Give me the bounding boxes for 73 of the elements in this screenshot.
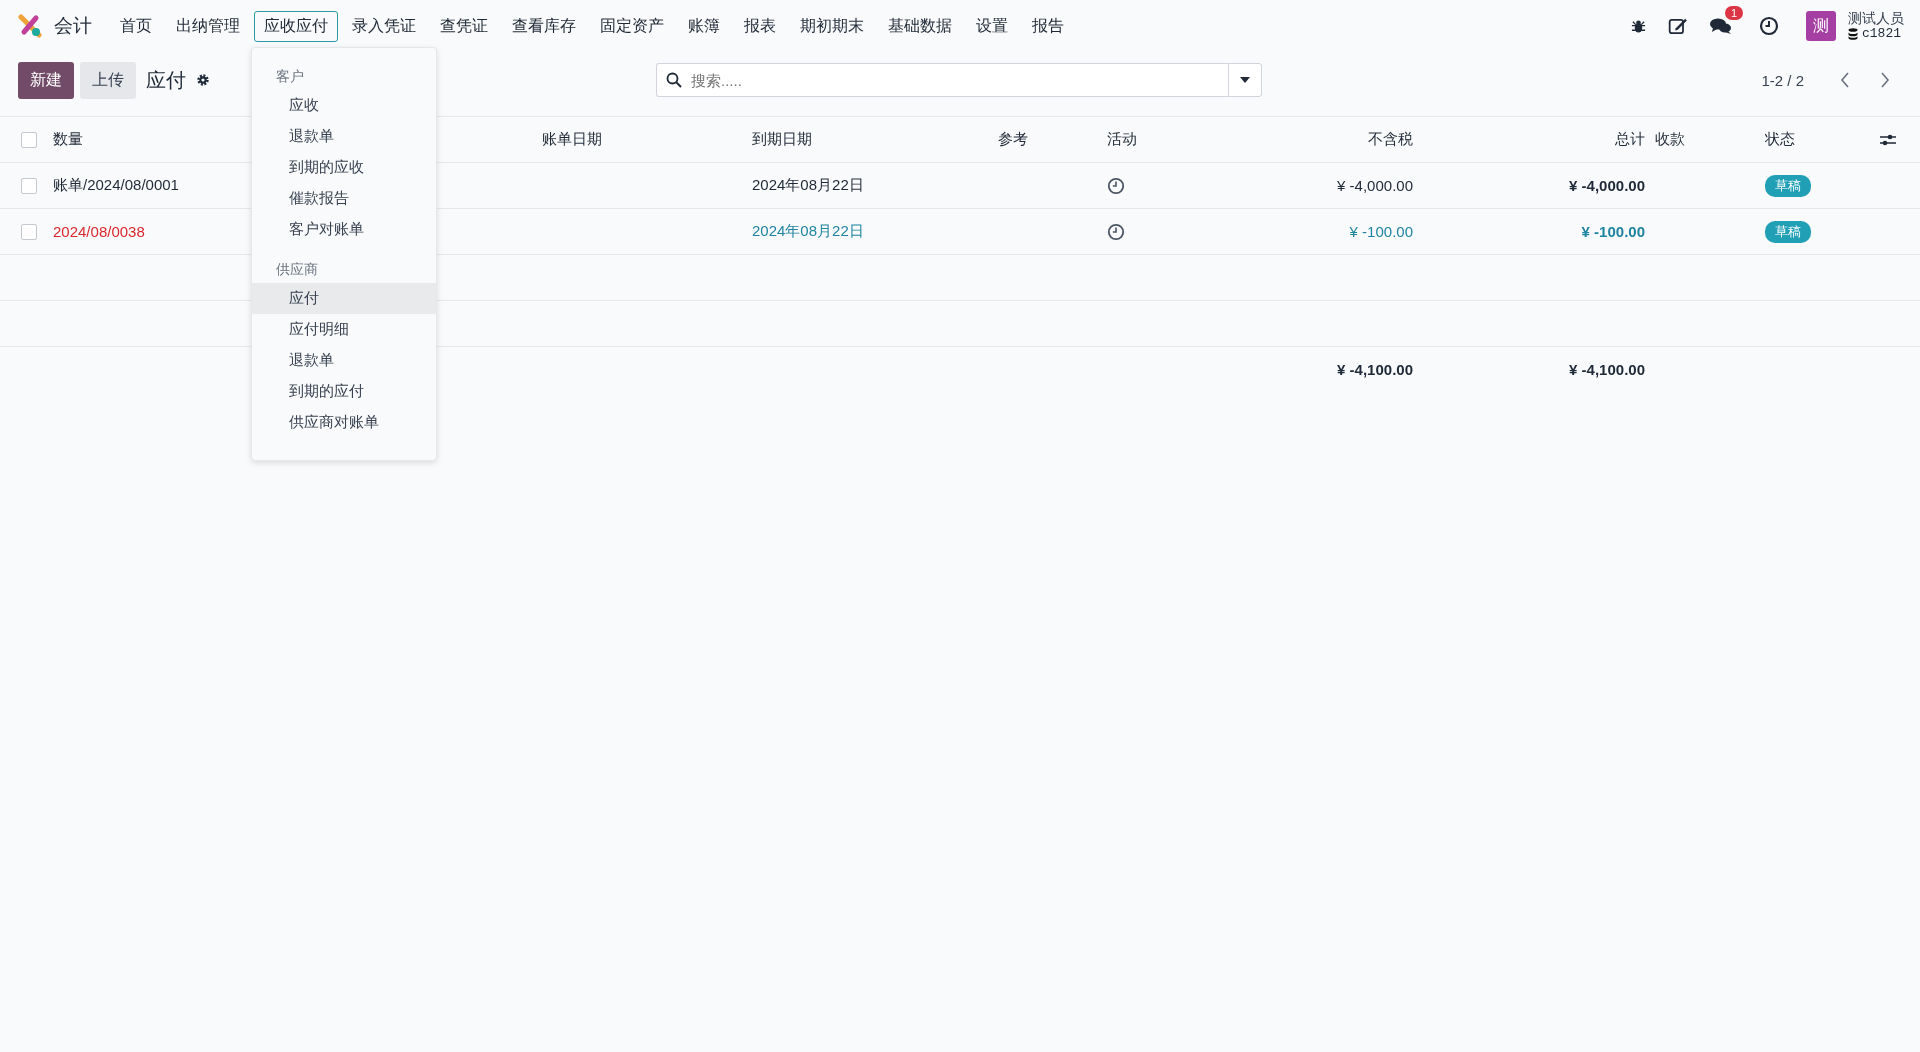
nav-menu-item[interactable]: 查凭证 — [430, 10, 498, 42]
due-date: 2024年08月22日 — [752, 176, 864, 195]
nav-menu-item[interactable]: 应收应付 — [254, 10, 338, 42]
database-icon — [1848, 28, 1858, 40]
nav-menu-item[interactable]: 期初期末 — [790, 10, 874, 42]
nav-menu-item[interactable]: 基础数据 — [878, 10, 962, 42]
chevron-left-icon[interactable] — [1840, 72, 1850, 88]
dropdown-item[interactable]: 到期的应付 — [252, 376, 436, 407]
column-header[interactable]: 收款 — [1655, 130, 1685, 149]
column-header[interactable]: 总计 — [1615, 130, 1645, 149]
bill-number: 2024/08/0038 — [53, 223, 145, 240]
status-badge: 草稿 — [1765, 220, 1811, 243]
chevron-right-icon[interactable] — [1880, 72, 1890, 88]
column-header[interactable]: 不含税 — [1368, 130, 1413, 149]
column-header[interactable]: 账单日期 — [542, 130, 602, 149]
search-options-button[interactable] — [1228, 63, 1262, 97]
sliders-icon[interactable] — [1880, 132, 1896, 147]
edit-icon[interactable] — [1668, 16, 1688, 36]
dropdown-item[interactable]: 应付明细 — [252, 314, 436, 345]
untaxed-amount: ¥ -4,000.00 — [1337, 177, 1413, 194]
clock-icon[interactable] — [1107, 222, 1125, 241]
status-badge: 草稿 — [1765, 174, 1811, 197]
app-name[interactable]: 会计 — [54, 13, 92, 39]
search-field[interactable]: 搜索..... — [656, 63, 1228, 97]
nav-menu-item[interactable]: 出纳管理 — [166, 10, 250, 42]
user-name[interactable]: 测试人员 — [1848, 10, 1904, 26]
menu-section-header: 客户 — [275, 67, 305, 86]
caret-icon — [1240, 77, 1250, 83]
nav-menu-item[interactable]: 首页 — [110, 10, 162, 42]
nav-menu-item[interactable]: 查看库存 — [502, 10, 586, 42]
nav-menu-item[interactable]: 固定资产 — [590, 10, 674, 42]
nav-menu-item[interactable]: 报表 — [734, 10, 786, 42]
select-all-checkbox[interactable] — [20, 131, 37, 148]
dropdown-item[interactable]: 应付 — [252, 283, 436, 314]
menu-section-header: 供应商 — [275, 260, 319, 279]
nav-menu-item[interactable]: 账簿 — [678, 10, 730, 42]
dropdown-item[interactable]: 退款单 — [252, 345, 436, 376]
due-date: 2024年08月22日 — [752, 222, 864, 241]
user-avatar[interactable]: 测 — [1806, 11, 1836, 41]
untaxed-total: ¥ -4,100.00 — [1337, 361, 1413, 378]
notification-count: 1 — [1725, 6, 1744, 20]
bill-number: 账单/2024/08/0001 — [53, 176, 179, 195]
column-header[interactable]: 参考 — [998, 130, 1028, 149]
nav-menu-item[interactable]: 录入凭证 — [342, 10, 426, 42]
chat-icon[interactable] — [1710, 17, 1732, 35]
grand-total: ¥ -4,100.00 — [1569, 361, 1645, 378]
total-amount: ¥ -4,000.00 — [1569, 177, 1645, 194]
nav-menu-item[interactable]: 设置 — [966, 10, 1018, 42]
page-title: 应付 — [146, 67, 186, 93]
database-name: c1821 — [1862, 26, 1901, 42]
total-amount: ¥ -100.00 — [1581, 223, 1645, 240]
upload-button[interactable]: 上传 — [80, 61, 136, 99]
app-logo-icon[interactable] — [18, 14, 42, 38]
dropdown-item[interactable]: 供应商对账单 — [252, 407, 436, 438]
column-header[interactable]: 活动 — [1107, 130, 1137, 149]
clock-icon[interactable] — [1759, 16, 1779, 36]
dropdown-item[interactable]: 退款单 — [252, 121, 436, 152]
dropdown-item[interactable]: 催款报告 — [252, 183, 436, 214]
column-header[interactable]: 状态 — [1765, 130, 1795, 149]
clock-icon[interactable] — [1107, 176, 1125, 195]
row-checkbox[interactable] — [20, 177, 37, 194]
bug-icon[interactable] — [1631, 18, 1646, 34]
nav-menu-item[interactable]: 报告 — [1022, 10, 1074, 42]
dropdown-item[interactable]: 到期的应收 — [252, 152, 436, 183]
untaxed-amount: ¥ -100.00 — [1349, 223, 1413, 240]
settings-icon[interactable] — [196, 73, 210, 87]
dropdown-item[interactable]: 客户对账单 — [252, 214, 436, 245]
new-button[interactable]: 新建 — [18, 61, 74, 99]
column-header[interactable]: 到期日期 — [752, 130, 812, 149]
column-header[interactable]: 数量 — [53, 130, 83, 149]
dropdown-item[interactable]: 应收 — [252, 90, 436, 121]
row-checkbox[interactable] — [20, 223, 37, 240]
pager-value[interactable]: 1-2 / 2 — [1761, 71, 1804, 89]
